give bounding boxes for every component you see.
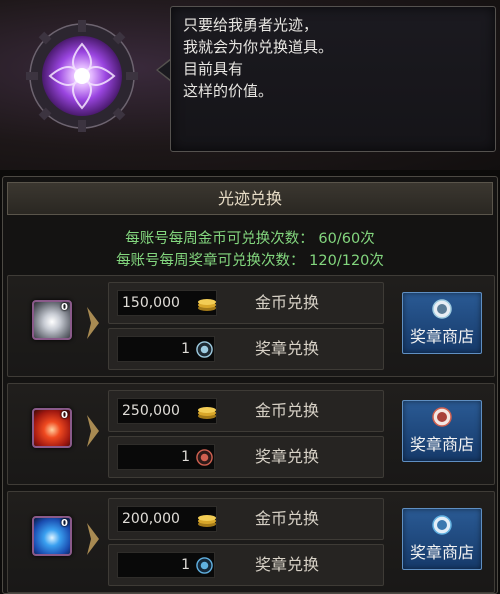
item-slot[interactable]: 0	[32, 300, 72, 340]
medal-amount: 1	[117, 444, 215, 470]
gold-amount: 150,000	[117, 290, 217, 316]
medal-shop-button[interactable]: 奖章商店	[402, 292, 482, 354]
gold-exchange-label: 金币兑换	[255, 401, 320, 420]
gold-quota-label: 每账号每周金币可兑换次数：	[125, 231, 314, 247]
medal-shop-label: 奖章商店	[409, 435, 474, 454]
chevron-right-icon	[87, 307, 99, 339]
medal-exchange-label: 奖章兑换	[255, 339, 320, 358]
medal-exchange-button[interactable]: 1 奖章兑换	[108, 328, 384, 370]
gold-exchange-button[interactable]: 150,000 金币兑换	[108, 282, 384, 324]
medal-shop-label: 奖章商店	[409, 543, 474, 562]
gold-coin-stack-icon	[198, 407, 216, 419]
chevron-right-icon	[87, 523, 99, 555]
medal-shop-button[interactable]: 奖章商店	[402, 400, 482, 462]
medal-icon	[196, 449, 213, 466]
item-slot[interactable]: 0	[32, 516, 72, 556]
exchange-row-red: 0 250,000 金币兑换 1 奖章兑换 奖章商店	[7, 383, 495, 485]
gold-exchange-button[interactable]: 250,000 金币兑换	[108, 390, 384, 432]
dialog-line: 这样的价值。	[183, 82, 274, 100]
exchange-row-silver: 0 150,000 金币兑换 1 奖章兑换 奖章商店	[7, 275, 495, 377]
gold-amount-value: 150,000	[122, 295, 180, 311]
dialog-line: 目前具有	[183, 60, 244, 78]
medal-icon	[196, 557, 213, 574]
medal-quota-value: 120/120次	[309, 253, 384, 269]
gold-coin-stack-icon	[198, 515, 216, 527]
medal-quota: 每账号每周奖章可兑换次数： 120/120次	[3, 249, 497, 270]
exchange-panel: 光迹兑换 每账号每周金币可兑换次数： 60/60次 每账号每周奖章可兑换次数： …	[2, 176, 498, 594]
medal-icon	[432, 515, 452, 535]
dialog-line: 我就会为你兑换道具。	[183, 38, 334, 56]
medal-shop-button[interactable]: 奖章商店	[402, 508, 482, 570]
medal-icon	[432, 407, 452, 427]
gold-coin-stack-icon	[198, 299, 216, 311]
exchange-row-blue: 0 200,000 金币兑换 1 奖章兑换 奖章商店	[7, 491, 495, 593]
gold-quota-value: 60/60次	[318, 231, 375, 247]
medal-icon	[196, 341, 213, 358]
gold-amount: 200,000	[117, 506, 217, 532]
gold-exchange-button[interactable]: 200,000 金币兑换	[108, 498, 384, 540]
medal-amount-value: 1	[181, 557, 190, 573]
medal-amount-value: 1	[181, 449, 190, 465]
speech-bubble: 只要给我勇者光迹， 我就会为你兑换道具。 目前具有 这样的价值。	[170, 6, 496, 152]
item-slot[interactable]: 0	[32, 408, 72, 448]
medal-exchange-button[interactable]: 1 奖章兑换	[108, 436, 384, 478]
gold-amount: 250,000	[117, 398, 217, 424]
gold-exchange-label: 金币兑换	[255, 293, 320, 312]
dialog-line: 只要给我勇者光迹，	[183, 16, 319, 34]
medal-amount: 1	[117, 336, 215, 362]
medal-icon	[432, 299, 452, 319]
medal-amount-value: 1	[181, 341, 190, 357]
chevron-right-icon	[87, 415, 99, 447]
medal-shop-label: 奖章商店	[409, 327, 474, 346]
medal-exchange-label: 奖章兑换	[255, 555, 320, 574]
purple-gear-emblem-icon	[26, 20, 138, 132]
gold-quota: 每账号每周金币可兑换次数： 60/60次	[3, 227, 497, 248]
medal-exchange-button[interactable]: 1 奖章兑换	[108, 544, 384, 586]
item-count: 0	[61, 410, 68, 421]
gold-amount-value: 200,000	[122, 511, 180, 527]
medal-exchange-label: 奖章兑换	[255, 447, 320, 466]
panel-title: 光迹兑换	[7, 182, 493, 215]
gold-amount-value: 250,000	[122, 403, 180, 419]
item-count: 0	[61, 518, 68, 529]
item-count: 0	[61, 302, 68, 313]
npc-dialog-area: 只要给我勇者光迹， 我就会为你兑换道具。 目前具有 这样的价值。	[0, 0, 500, 170]
medal-quota-label: 每账号每周奖章可兑换次数：	[116, 253, 305, 269]
medal-amount: 1	[117, 552, 215, 578]
gold-exchange-label: 金币兑换	[255, 509, 320, 528]
